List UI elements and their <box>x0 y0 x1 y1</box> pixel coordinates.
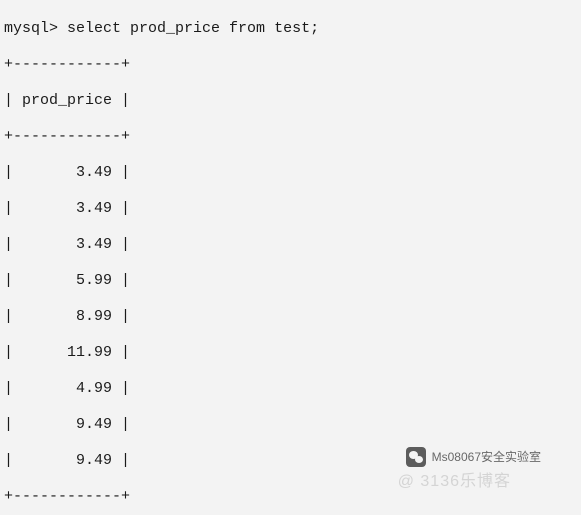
table1-row: | 3.49 | <box>4 200 577 218</box>
query-text-1: select prod_price from test; <box>67 20 319 37</box>
table1-border-mid: +------------+ <box>4 128 577 146</box>
table1-row: | 9.49 | <box>4 416 577 434</box>
table1-row: | 3.49 | <box>4 164 577 182</box>
mysql-prompt: mysql> <box>4 20 58 37</box>
watermark: Ms08067安全实验室 <box>406 447 541 467</box>
table1-row: | 3.49 | <box>4 236 577 254</box>
faint-watermark: @ 3136乐博客 <box>398 473 511 491</box>
query-line-1: mysql> select prod_price from test; <box>4 20 577 38</box>
table1-border-top: +------------+ <box>4 56 577 74</box>
wechat-icon <box>406 447 426 467</box>
table1-row: | 8.99 | <box>4 308 577 326</box>
watermark-text: Ms08067安全实验室 <box>432 448 541 466</box>
table1-row: | 4.99 | <box>4 380 577 398</box>
table1-header: | prod_price | <box>4 92 577 110</box>
terminal-output: mysql> select prod_price from test; +---… <box>0 0 581 515</box>
table1-row: | 5.99 | <box>4 272 577 290</box>
table1-row: | 11.99 | <box>4 344 577 362</box>
